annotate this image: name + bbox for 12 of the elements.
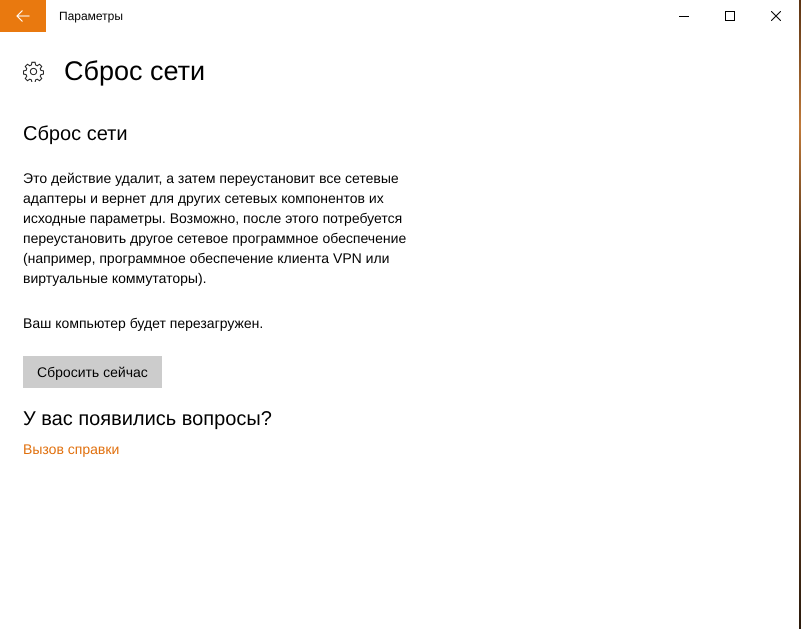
back-arrow-icon — [16, 10, 30, 22]
reset-now-button[interactable]: Сбросить сейчас — [23, 356, 162, 388]
description-text: Это действие удалит, а затем переустановит все сетевые адаптеры и вернет для других сетевых компонентов их исходные параметры. Возможно, после этого потребуется переустановить другое сетевое программное обеспечение (например, программное обеспечение клиента VPN или виртуальные коммутаторы). — [23, 169, 408, 288]
help-heading: У вас появились вопросы? — [23, 407, 273, 432]
section-heading: Сброс сети — [23, 122, 128, 147]
back-button[interactable] — [0, 0, 46, 32]
settings-icon — [23, 60, 44, 82]
window-title: Параметры — [59, 9, 123, 23]
close-icon — [771, 11, 781, 21]
restart-note: Ваш компьютер будет перезагружен. — [23, 314, 264, 333]
page-title: Сброс сети — [64, 55, 206, 88]
maximize-icon — [725, 11, 735, 21]
